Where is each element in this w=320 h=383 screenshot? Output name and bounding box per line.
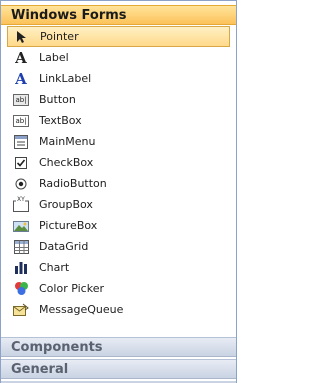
- toolbox-item-label: Label: [39, 51, 69, 64]
- picturebox-icon: [13, 218, 29, 234]
- toolbox-item-pointer[interactable]: Pointer: [7, 26, 230, 47]
- toolbox-item-label: RadioButton: [39, 177, 107, 190]
- radiobutton-icon: [13, 176, 29, 192]
- mainmenu-icon: [13, 134, 29, 150]
- toolbox-item-chart[interactable]: Chart: [7, 257, 230, 278]
- toolbox-item-label: Chart: [39, 261, 70, 274]
- textbox-icon: ab|: [13, 114, 29, 127]
- pointer-icon: [14, 29, 30, 45]
- toolbox-item-label: Pointer: [40, 30, 79, 43]
- category-windows-forms[interactable]: Windows Forms: [1, 5, 236, 25]
- toolbox-item-datagrid[interactable]: DataGrid: [7, 236, 230, 257]
- color-picker-icon: [13, 281, 29, 297]
- toolbox-item-label: PictureBox: [39, 219, 98, 232]
- button-icon: ab|: [13, 93, 29, 106]
- messagequeue-icon: [13, 302, 29, 318]
- groupbox-icon-glyph: XY: [17, 195, 25, 203]
- category-components-label: Components: [11, 339, 103, 355]
- toolbox-item-label: DataGrid: [39, 240, 89, 253]
- toolbox-item-label: Color Picker: [39, 282, 104, 295]
- toolbox-item-label: TextBox: [39, 114, 82, 127]
- toolbox-item-radiobutton[interactable]: RadioButton: [7, 173, 230, 194]
- toolbox-item-color-picker[interactable]: Color Picker: [7, 278, 230, 299]
- toolbox-item-label: GroupBox: [39, 198, 93, 211]
- toolbox-item-textbox[interactable]: ab| TextBox: [7, 110, 230, 131]
- toolbox-item-label: LinkLabel: [39, 72, 92, 85]
- label-icon: A: [15, 48, 27, 67]
- toolbox-item-label: CheckBox: [39, 156, 94, 169]
- datagrid-icon: [13, 239, 29, 255]
- checkbox-icon: [13, 155, 29, 171]
- linklabel-icon: A: [15, 69, 27, 88]
- toolbox-item-picturebox[interactable]: PictureBox: [7, 215, 230, 236]
- category-general[interactable]: General: [1, 359, 236, 379]
- toolbox-item-label-control[interactable]: A Label: [7, 47, 230, 68]
- category-components[interactable]: Components: [1, 337, 236, 357]
- toolbox-panel: Windows Forms Pointer A Label A LinkLabe…: [0, 0, 237, 383]
- toolbox-item-messagequeue[interactable]: MessageQueue: [7, 299, 230, 320]
- toolbox-item-label: MessageQueue: [39, 303, 124, 316]
- toolbox-item-checkbox[interactable]: CheckBox: [7, 152, 230, 173]
- toolbox-item-label: Button: [39, 93, 76, 106]
- groupbox-icon: XY: [13, 195, 29, 213]
- category-windows-forms-label: Windows Forms: [11, 7, 127, 23]
- toolbox-item-label: MainMenu: [39, 135, 96, 148]
- toolbox-item-button[interactable]: ab| Button: [7, 89, 230, 110]
- toolbox-item-mainmenu[interactable]: MainMenu: [7, 131, 230, 152]
- toolbox-item-linklabel[interactable]: A LinkLabel: [7, 68, 230, 89]
- category-general-label: General: [11, 361, 69, 377]
- chart-icon: [13, 260, 29, 276]
- toolbox-item-groupbox[interactable]: XY GroupBox: [7, 194, 230, 215]
- toolbox-item-list: Pointer A Label A LinkLabel ab| Button a…: [7, 26, 230, 320]
